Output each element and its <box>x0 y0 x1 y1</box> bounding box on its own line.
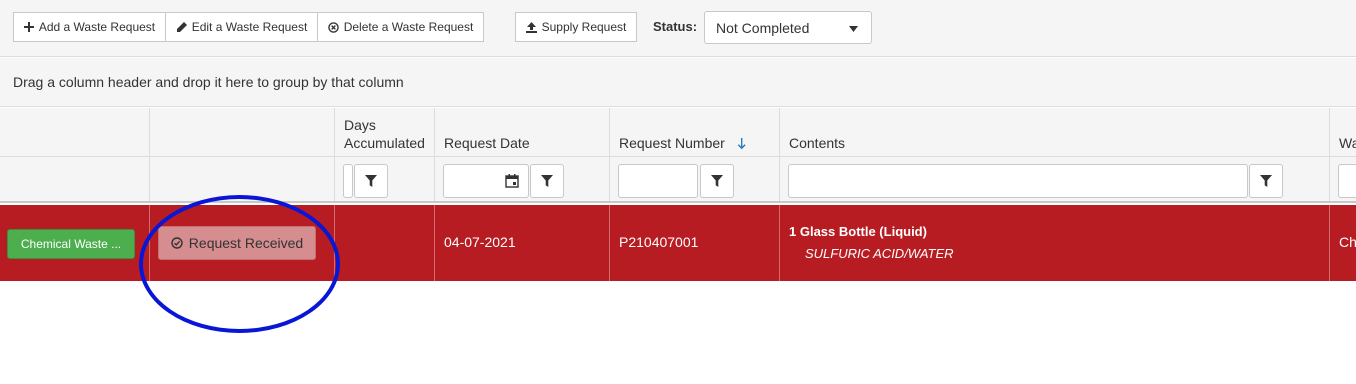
calendar-button[interactable] <box>496 164 528 198</box>
check-circle-icon <box>171 237 183 249</box>
contents-title: 1 Glass Bottle (Liquid) <box>789 224 927 239</box>
days-filter-input[interactable] <box>343 164 353 198</box>
filter-icon <box>1260 175 1272 187</box>
filter-cell-request-number <box>609 157 780 201</box>
column-header-days-accumulated[interactable]: Days Accumulated <box>334 108 435 156</box>
caret-down-icon <box>849 26 858 32</box>
request-received-label: Request Received <box>188 235 304 251</box>
filter-cell-waste-type <box>1329 157 1356 201</box>
toolbar: Add a Waste Request Edit a Waste Request… <box>0 0 1356 57</box>
request-number-filter-button[interactable] <box>700 164 734 198</box>
calendar-icon <box>505 174 519 188</box>
contents-detail: SULFURIC ACID/WATER <box>805 246 954 261</box>
waste-type-value: Ch <box>1339 234 1356 250</box>
row-cell-request-number: P210407001 <box>609 205 780 281</box>
status-select-value: Not Completed <box>716 19 810 36</box>
days-header-line2: Accumulated <box>344 135 425 151</box>
pencil-icon <box>176 21 187 32</box>
filter-cell-actions <box>0 157 150 201</box>
add-waste-request-label: Add a Waste Request <box>38 20 156 34</box>
waste-filter-input[interactable] <box>1338 164 1356 198</box>
contents-header-label: Contents <box>789 135 846 151</box>
supply-request-button[interactable]: Supply Request <box>515 12 637 42</box>
days-header-line1: Days <box>344 117 376 133</box>
add-waste-request-button[interactable]: Add a Waste Request <box>13 12 166 42</box>
request-number-filter-input[interactable] <box>618 164 698 198</box>
request-date-filter-button[interactable] <box>530 164 564 198</box>
request-received-button[interactable]: Request Received <box>158 226 316 260</box>
waste-header-label: Wa <box>1339 135 1356 151</box>
delete-waste-request-label: Delete a Waste Request <box>343 20 474 34</box>
column-header-contents[interactable]: Contents <box>779 108 1330 156</box>
row-cell-contents: 1 Glass Bottle (Liquid) SULFURIC ACID/WA… <box>779 205 1330 281</box>
filter-icon <box>711 175 723 187</box>
filter-cell-days-accumulated <box>334 157 435 201</box>
request-date-value: 04-07-2021 <box>444 234 516 250</box>
column-header-actions <box>0 108 150 156</box>
edit-waste-request-label: Edit a Waste Request <box>191 20 308 34</box>
delete-waste-request-button[interactable]: Delete a Waste Request <box>317 12 484 42</box>
row-cell-days-accumulated <box>334 205 435 281</box>
request-number-header-label: Request Number <box>619 135 725 151</box>
table-row[interactable]: Chemical Waste ... Request Received 04-0… <box>0 205 1356 281</box>
grid-header-row: Days Accumulated Request Date Request Nu… <box>0 108 1356 157</box>
filter-cell-contents <box>779 157 1330 201</box>
sort-descending-icon <box>737 138 746 150</box>
plus-icon <box>23 22 34 32</box>
edit-waste-request-button[interactable]: Edit a Waste Request <box>165 12 318 42</box>
row-cell-waste-type: Ch <box>1329 205 1356 281</box>
filter-cell-request-date <box>434 157 610 201</box>
status-label: Status: <box>653 19 698 34</box>
row-cell-actions: Chemical Waste ... <box>0 205 150 281</box>
row-cell-request-date: 04-07-2021 <box>434 205 610 281</box>
filter-icon <box>541 175 553 187</box>
status-select[interactable]: Not Completed <box>704 11 872 44</box>
circle-x-icon <box>327 21 339 33</box>
upload-icon <box>525 21 537 33</box>
contents-filter-button[interactable] <box>1249 164 1283 198</box>
column-header-status <box>149 108 335 156</box>
waste-type-button[interactable]: Chemical Waste ... <box>7 229 135 259</box>
column-header-waste-type[interactable]: Wa <box>1329 108 1356 156</box>
supply-request-label: Supply Request <box>541 20 627 34</box>
column-header-request-number[interactable]: Request Number <box>609 108 780 156</box>
filter-icon <box>365 175 377 187</box>
days-filter-button[interactable] <box>354 164 388 198</box>
request-number-value: P210407001 <box>619 234 699 250</box>
grid-filter-row <box>0 157 1356 203</box>
request-date-header-label: Request Date <box>444 135 530 151</box>
column-header-request-date[interactable]: Request Date <box>434 108 610 156</box>
group-by-panel[interactable]: Drag a column header and drop it here to… <box>0 58 1356 107</box>
group-by-hint: Drag a column header and drop it here to… <box>13 74 404 90</box>
contents-filter-input[interactable] <box>788 164 1248 198</box>
filter-cell-status <box>149 157 335 201</box>
